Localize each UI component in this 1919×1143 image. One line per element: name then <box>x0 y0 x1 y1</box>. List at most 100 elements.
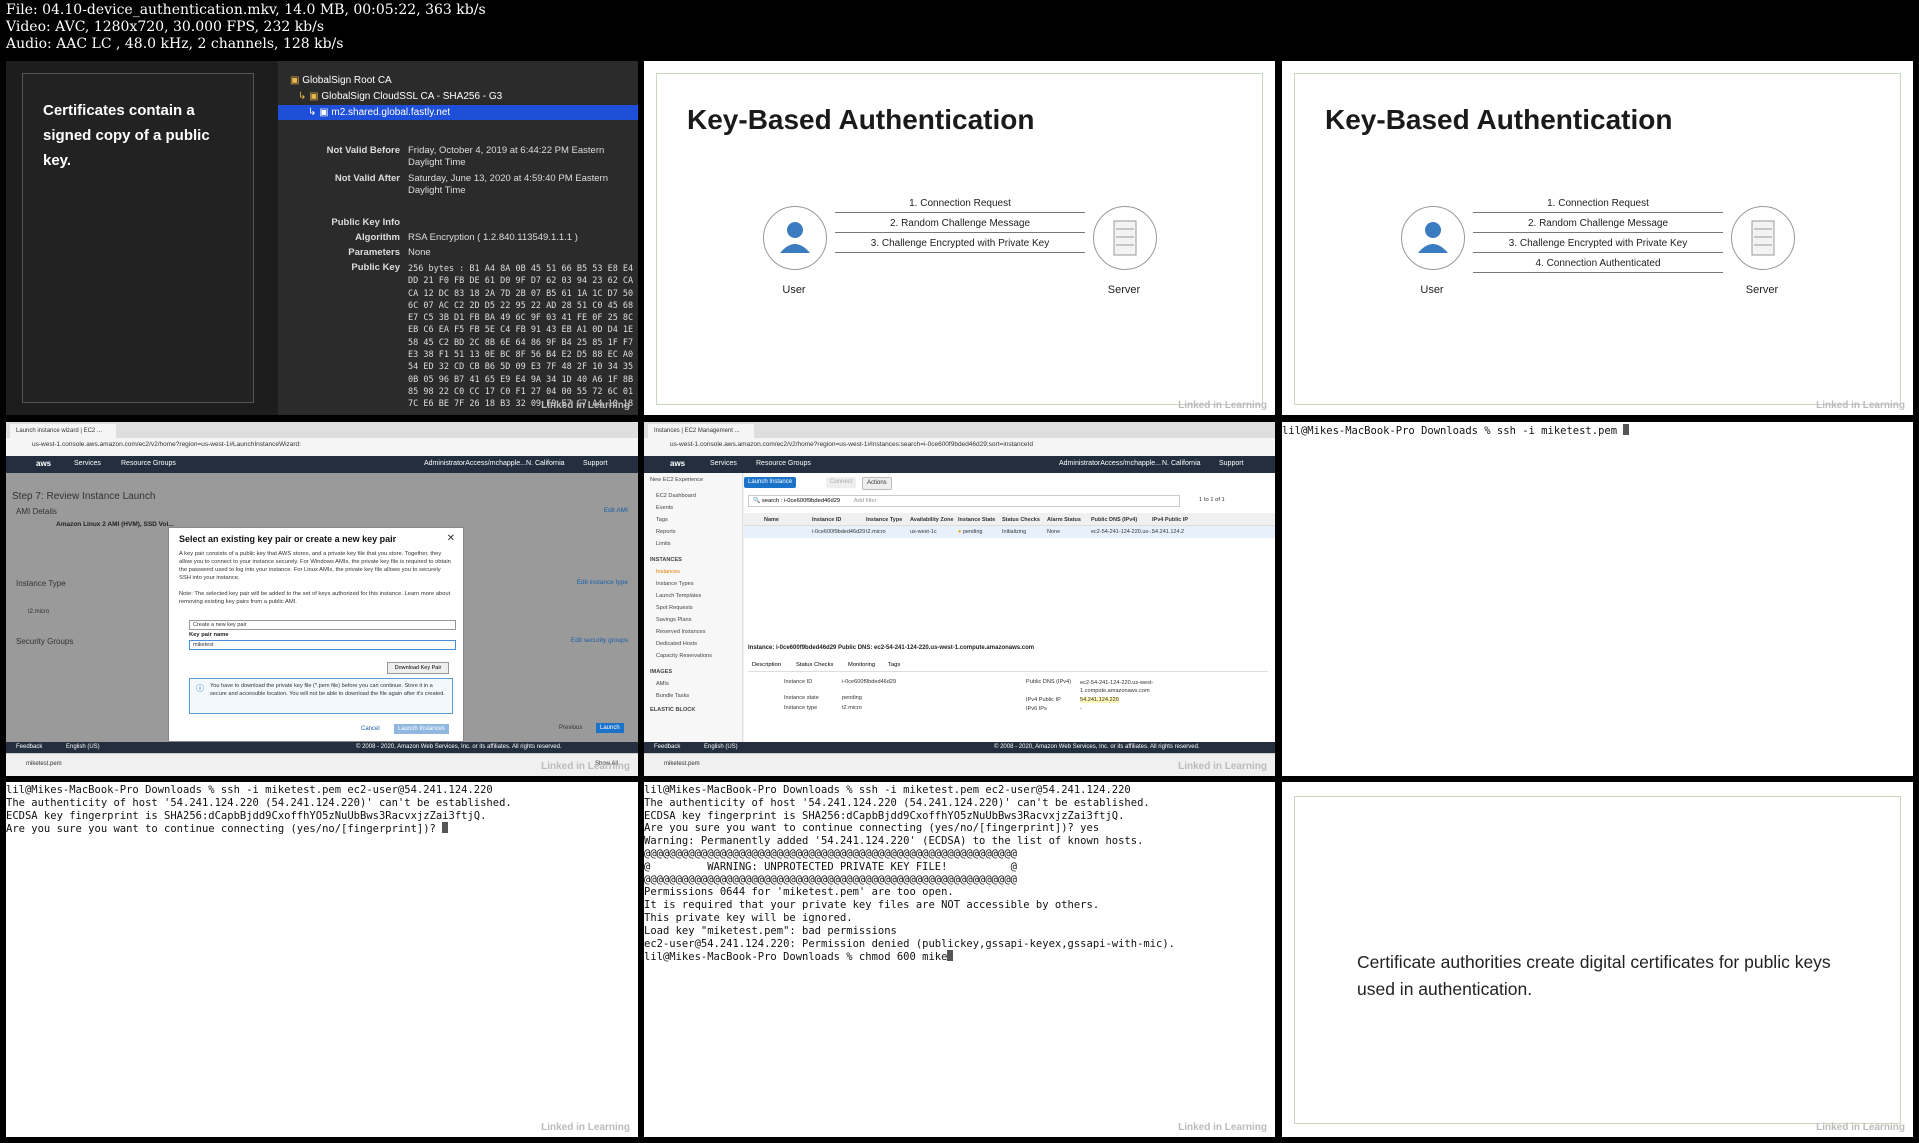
language-link[interactable]: English (US) <box>704 744 738 750</box>
launch-button[interactable]: Launch <box>596 723 624 733</box>
terminal[interactable]: lil@Mikes-MacBook-Pro Downloads % ssh -i… <box>1282 424 1630 438</box>
download-file[interactable]: miketest.pem <box>664 761 700 767</box>
key-pair-select[interactable]: Create a new key pair <box>189 620 456 630</box>
download-warning-text: You have to download the private key fil… <box>210 683 445 697</box>
instance-type-heading[interactable]: Instance Type <box>16 579 66 588</box>
col-alarm-status[interactable]: Alarm Status <box>1047 517 1081 523</box>
col-ipv4[interactable]: IPv4 Public IP <box>1152 517 1188 523</box>
sidebar-item-spot-requests[interactable]: Spot Requests <box>656 605 693 611</box>
aws-logo[interactable]: aws <box>670 459 685 468</box>
sidebar-heading-instances[interactable]: INSTANCES <box>650 557 682 563</box>
col-instance-type[interactable]: Instance Type <box>866 517 902 523</box>
slide-text: Certificate authorities create digital c… <box>1357 952 1831 999</box>
user-icon <box>1401 206 1465 270</box>
sidebar-item-limits[interactable]: Limits <box>656 541 671 547</box>
cert-tree-intermediate[interactable]: ↳ ▣ GlobalSign CloudSSL CA - SHA256 - G3 <box>278 89 638 104</box>
terminal-line: lil@Mikes-MacBook-Pro Downloads % ssh -i… <box>644 784 1131 796</box>
terminal-line: ec2-user@54.241.124.220: Permission deni… <box>644 937 1176 950</box>
sidebar-heading-ebs[interactable]: ELASTIC BLOCK <box>650 707 695 713</box>
col-public-dns[interactable]: Public DNS (IPv4) <box>1091 517 1137 523</box>
tab-monitoring[interactable]: Monitoring <box>848 662 875 668</box>
col-status-checks[interactable]: Status Checks <box>1002 517 1040 523</box>
terminal-line: Are you sure you want to continue connec… <box>644 822 1100 835</box>
copyright: © 2008 - 2020, Amazon Web Services, Inc.… <box>356 744 562 750</box>
new-experience-toggle[interactable]: New EC2 Experience <box>650 477 703 483</box>
terminal[interactable]: lil@Mikes-MacBook-Pro Downloads % ssh -i… <box>6 784 512 836</box>
account-menu[interactable]: AdministratorAccess/mchapple... <box>424 460 526 467</box>
services-menu[interactable]: Services <box>74 460 101 467</box>
terminal-line: lil@Mikes-MacBook-Pro Downloads % ssh -i… <box>6 784 493 796</box>
resource-groups-menu[interactable]: Resource Groups <box>121 460 176 467</box>
address-bar[interactable]: us-west-1.console.aws.amazon.com/ec2/v2/… <box>644 438 1275 457</box>
region-menu[interactable]: N. California <box>1162 460 1201 467</box>
sidebar-item-reports[interactable]: Reports <box>656 529 676 535</box>
tab-status-checks[interactable]: Status Checks <box>796 662 833 668</box>
actions-button[interactable]: Actions <box>862 477 892 490</box>
server-label: Server <box>1745 284 1779 296</box>
modal-title: Select an existing key pair or create a … <box>179 534 397 544</box>
algorithm-row: Algorithm RSA Encryption ( 1.2.840.113549… <box>355 232 578 243</box>
step-3-label: 3. Challenge Encrypted with Private Key <box>870 238 1050 249</box>
support-menu[interactable]: Support <box>583 460 608 467</box>
sidebar-item-instance-types[interactable]: Instance Types <box>656 581 694 587</box>
thumbnail-aws-launch-wizard: Launch instance wizard | EC2 ... us-west… <box>6 422 638 776</box>
browser-tab[interactable]: Launch instance wizard | EC2 ... <box>10 424 116 438</box>
sidebar-item-tags[interactable]: Tags <box>656 517 668 523</box>
edit-instance-type-link[interactable]: Edit instance type <box>577 579 628 586</box>
feedback-link[interactable]: Feedback <box>16 744 42 750</box>
sidebar-item-launch-templates[interactable]: Launch Templates <box>656 593 701 599</box>
sidebar-item-dashboard[interactable]: EC2 Dashboard <box>656 493 696 499</box>
support-menu[interactable]: Support <box>1219 460 1244 467</box>
close-icon[interactable]: ✕ <box>447 533 455 544</box>
download-key-pair-button[interactable]: Download Key Pair <box>387 662 449 674</box>
edit-ami-link[interactable]: Edit AMI <box>604 507 628 514</box>
search-input[interactable]: 🔍 search : i-0ce600f9bded46d29 Add filte… <box>748 495 1180 507</box>
sidebar-item-dedicated-hosts[interactable]: Dedicated Hosts <box>656 641 697 647</box>
connect-button[interactable]: Connect <box>826 477 857 488</box>
services-menu[interactable]: Services <box>710 460 737 467</box>
cert-tree-leaf[interactable]: ↳ ▣ m2.shared.global.fastly.net <box>278 105 638 120</box>
ami-details-heading[interactable]: AMI Details <box>16 507 57 516</box>
sidebar-item-events[interactable]: Events <box>656 505 673 511</box>
aws-top-nav: aws Services Resource Groups Administrat… <box>6 456 638 473</box>
col-availability-zone[interactable]: Availability Zone <box>910 517 954 523</box>
feedback-link[interactable]: Feedback <box>654 744 680 750</box>
col-name[interactable]: Name <box>764 517 779 523</box>
download-file[interactable]: miketest.pem <box>26 761 62 767</box>
step-3-arrow <box>1473 252 1723 253</box>
sidebar-item-bundle-tasks[interactable]: Bundle Tasks <box>656 693 689 699</box>
col-instance-id[interactable]: Instance ID <box>812 517 841 523</box>
sidebar-item-amis[interactable]: AMIs <box>656 681 669 687</box>
security-groups-heading[interactable]: Security Groups <box>16 637 73 646</box>
cancel-button[interactable]: Cancel <box>357 724 384 734</box>
tab-tags[interactable]: Tags <box>888 662 900 668</box>
language-link[interactable]: English (US) <box>66 744 100 750</box>
user-label: User <box>1420 284 1444 296</box>
key-pair-name-input[interactable]: miketest <box>189 640 456 650</box>
launch-instances-button[interactable]: Launch Instances <box>394 724 450 734</box>
region-menu[interactable]: N. California <box>526 460 565 467</box>
address-bar[interactable]: us-west-1.console.aws.amazon.com/ec2/v2/… <box>6 438 638 457</box>
tab-description[interactable]: Description <box>752 662 781 668</box>
sidebar-item-capacity-reservations[interactable]: Capacity Reservations <box>656 653 712 659</box>
edit-security-groups-link[interactable]: Edit security groups <box>571 637 628 644</box>
aws-logo[interactable]: aws <box>36 459 51 468</box>
col-instance-state[interactable]: Instance State <box>958 517 995 523</box>
sidebar-item-savings-plans[interactable]: Savings Plans <box>656 617 691 623</box>
slide-frame: Certificate authorities create digital c… <box>1294 796 1901 1124</box>
sidebar-item-reserved-instances[interactable]: Reserved Instances <box>656 629 705 635</box>
url-text: us-west-1.console.aws.amazon.com/ec2/v2/… <box>32 441 301 448</box>
sidebar-heading-images[interactable]: IMAGES <box>650 669 672 675</box>
sidebar-item-instances[interactable]: Instances <box>656 569 680 575</box>
terminal-line: lil@Mikes-MacBook-Pro Downloads % chmod … <box>644 950 1175 964</box>
resource-groups-menu[interactable]: Resource Groups <box>756 460 811 467</box>
cert-tree-root[interactable]: ▣ GlobalSign Root CA <box>278 73 638 88</box>
terminal-line: Permissions 0644 for 'miketest.pem' are … <box>644 886 954 899</box>
cursor <box>947 950 954 962</box>
terminal[interactable]: lil@Mikes-MacBook-Pro Downloads % ssh -i… <box>644 784 1175 964</box>
account-menu[interactable]: AdministratorAccess/mchapple... <box>1059 460 1161 467</box>
terminal-line: @ WARNING: UNPROTECTED PRIVATE KEY FILE!… <box>644 860 1017 873</box>
browser-tab[interactable]: Instances | EC2 Management ... <box>648 424 754 438</box>
launch-instance-button[interactable]: Launch Instance <box>744 477 797 488</box>
previous-button[interactable]: Previous <box>559 725 582 731</box>
